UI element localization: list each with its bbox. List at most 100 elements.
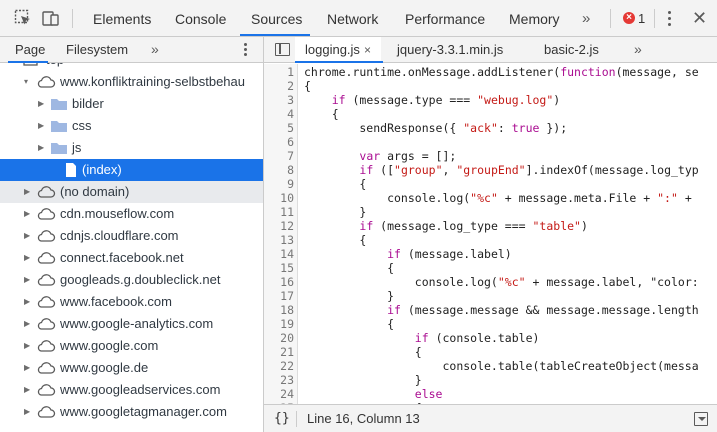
- code-line[interactable]: 6: [264, 135, 717, 149]
- tab-memory[interactable]: Memory: [509, 0, 560, 37]
- line-number[interactable]: 23: [264, 373, 294, 387]
- code-line[interactable]: 10 console.log("%c" + message.meta.File …: [264, 191, 717, 205]
- tree-item[interactable]: ▾ www.konfliktraining-selbstbehau: [0, 71, 263, 93]
- line-number[interactable]: 12: [264, 219, 294, 233]
- tree-item[interactable]: ▶ js: [0, 137, 263, 159]
- line-number[interactable]: 9: [264, 177, 294, 191]
- code-line[interactable]: 15 {: [264, 261, 717, 275]
- tab-performance[interactable]: Performance: [405, 0, 485, 37]
- line-number[interactable]: 13: [264, 233, 294, 247]
- error-icon[interactable]: ×: [623, 12, 635, 24]
- expand-right-icon[interactable]: ▶: [38, 137, 44, 159]
- more-options-icon[interactable]: [668, 11, 672, 27]
- expand-right-icon[interactable]: ▶: [24, 379, 30, 401]
- line-number[interactable]: 20: [264, 331, 294, 345]
- code-line[interactable]: 17 }: [264, 289, 717, 303]
- line-number[interactable]: 1: [264, 65, 294, 79]
- expand-right-icon[interactable]: ▶: [24, 225, 30, 247]
- editor-tab-logging-js[interactable]: logging.js ×: [295, 37, 381, 63]
- tree-item[interactable]: (index): [0, 159, 263, 181]
- code-line[interactable]: 23 }: [264, 373, 717, 387]
- navigator-more-options-icon[interactable]: [244, 43, 247, 58]
- tab-console[interactable]: Console: [175, 0, 226, 37]
- code-line[interactable]: 2{: [264, 79, 717, 93]
- toggle-debugger-sidebar-icon[interactable]: [694, 412, 708, 426]
- expand-down-icon[interactable]: ▾: [10, 63, 14, 71]
- more-navigator-tabs-chevron-icon[interactable]: »: [151, 37, 159, 63]
- toggle-navigator-icon[interactable]: [275, 43, 290, 56]
- line-number[interactable]: 8: [264, 163, 294, 177]
- tree-item[interactable]: ▶ bilder: [0, 93, 263, 115]
- expand-right-icon[interactable]: ▶: [24, 357, 30, 379]
- tree-item[interactable]: ▶ www.googleadservices.com: [0, 379, 263, 401]
- tree-item[interactable]: ▶ www.facebook.com: [0, 291, 263, 313]
- tree-item[interactable]: ▶ cdn.mouseflow.com: [0, 203, 263, 225]
- expand-down-icon[interactable]: ▾: [24, 71, 28, 93]
- line-number[interactable]: 17: [264, 289, 294, 303]
- tab-page[interactable]: Page: [15, 37, 45, 63]
- code-line[interactable]: 11 }: [264, 205, 717, 219]
- line-number[interactable]: 16: [264, 275, 294, 289]
- tab-network[interactable]: Network: [327, 0, 378, 37]
- expand-right-icon[interactable]: ▶: [24, 247, 30, 269]
- code-line[interactable]: 13 {: [264, 233, 717, 247]
- code-line[interactable]: 20 if (console.table): [264, 331, 717, 345]
- tab-elements[interactable]: Elements: [93, 0, 151, 37]
- line-number[interactable]: 21: [264, 345, 294, 359]
- line-number[interactable]: 4: [264, 107, 294, 121]
- tree-item[interactable]: ▶ css: [0, 115, 263, 137]
- expand-right-icon[interactable]: ▶: [38, 93, 44, 115]
- tree-item[interactable]: ▶ www.google-analytics.com: [0, 313, 263, 335]
- tree-item[interactable]: ▶ googleads.g.doubleclick.net: [0, 269, 263, 291]
- device-toolbar-icon[interactable]: [42, 9, 60, 27]
- code-line[interactable]: 4 {: [264, 107, 717, 121]
- tree-item[interactable]: ▶ connect.facebook.net: [0, 247, 263, 269]
- code-editor[interactable]: 1 chrome.runtime.onMessage.addListener(fu…: [264, 64, 717, 404]
- expand-right-icon[interactable]: ▶: [24, 181, 30, 203]
- code-line[interactable]: 7 var args = [];: [264, 149, 717, 163]
- pretty-print-button[interactable]: {}: [274, 405, 290, 432]
- code-line[interactable]: 19 {: [264, 317, 717, 331]
- tree-item[interactable]: ▶ (no domain): [0, 181, 263, 203]
- code-line[interactable]: 22 console.table(tableCreateObject(messa: [264, 359, 717, 373]
- expand-right-icon[interactable]: ▶: [24, 203, 30, 225]
- line-number[interactable]: 3: [264, 93, 294, 107]
- error-count[interactable]: 1: [638, 0, 645, 37]
- line-number[interactable]: 18: [264, 303, 294, 317]
- expand-right-icon[interactable]: ▶: [24, 313, 30, 335]
- editor-tab-basic-2-js[interactable]: basic-2.js: [544, 37, 599, 63]
- inspect-element-icon[interactable]: [14, 9, 32, 27]
- line-number[interactable]: 24: [264, 387, 294, 401]
- expand-right-icon[interactable]: ▶: [24, 335, 30, 357]
- more-tabs-chevron-icon[interactable]: »: [582, 0, 590, 37]
- code-line[interactable]: 5 sendResponse({ "ack": true });: [264, 121, 717, 135]
- expand-right-icon[interactable]: ▶: [24, 269, 30, 291]
- tree-item[interactable]: ▶ www.google.com: [0, 335, 263, 357]
- line-number[interactable]: 10: [264, 191, 294, 205]
- line-number[interactable]: 2: [264, 79, 294, 93]
- tree-item[interactable]: ▶ www.google.de: [0, 357, 263, 379]
- code-line[interactable]: 21 {: [264, 345, 717, 359]
- tree-item[interactable]: ▾ top: [0, 63, 263, 71]
- tree-item[interactable]: ▶ cdnjs.cloudflare.com: [0, 225, 263, 247]
- code-line[interactable]: 14 if (message.label): [264, 247, 717, 261]
- close-tab-icon[interactable]: ×: [364, 43, 371, 57]
- expand-right-icon[interactable]: ▶: [24, 401, 30, 423]
- code-line[interactable]: 8 if (["group", "groupEnd"].indexOf(mess…: [264, 163, 717, 177]
- line-number[interactable]: 15: [264, 261, 294, 275]
- line-number[interactable]: 19: [264, 317, 294, 331]
- line-number[interactable]: 7: [264, 149, 294, 163]
- more-editor-tabs-chevron-icon[interactable]: »: [634, 37, 642, 63]
- code-line[interactable]: 9 {: [264, 177, 717, 191]
- tree-item[interactable]: ▶ www.googletagmanager.com: [0, 401, 263, 423]
- line-number[interactable]: 6: [264, 135, 294, 149]
- expand-right-icon[interactable]: ▶: [24, 291, 30, 313]
- tab-sources[interactable]: Sources: [251, 0, 302, 37]
- code-line[interactable]: 1 chrome.runtime.onMessage.addListener(fu…: [264, 65, 717, 79]
- close-icon[interactable]: ✕: [692, 0, 707, 37]
- line-number[interactable]: 11: [264, 205, 294, 219]
- line-number[interactable]: 5: [264, 121, 294, 135]
- code-line[interactable]: 3 if (message.type === "webug.log"): [264, 93, 717, 107]
- line-number[interactable]: 22: [264, 359, 294, 373]
- code-line[interactable]: 12 if (message.log_type === "table"): [264, 219, 717, 233]
